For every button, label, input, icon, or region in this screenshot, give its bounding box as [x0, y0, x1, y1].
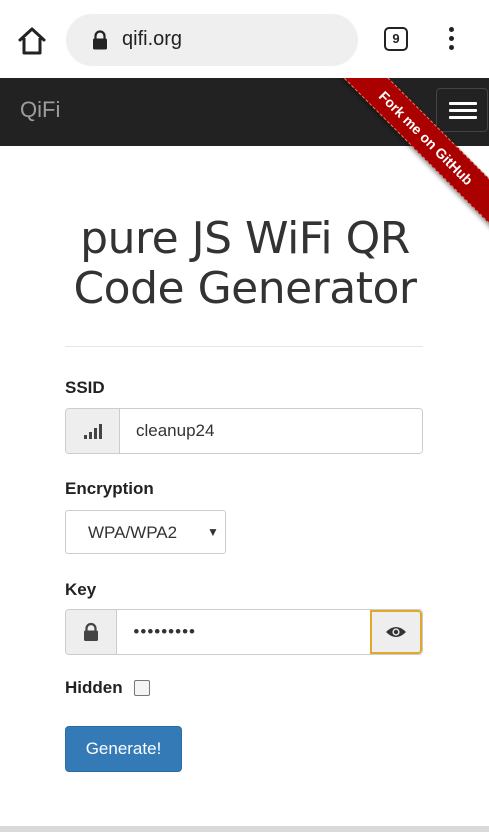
encryption-label: Encryption: [65, 479, 154, 498]
ssid-input-group: [65, 408, 423, 454]
bottom-edge: [0, 826, 489, 832]
divider: [65, 346, 423, 347]
encryption-selected-value: WPA/WPA2: [88, 523, 178, 542]
more-options-icon[interactable]: [445, 27, 457, 53]
url-text: qifi.org: [122, 28, 183, 50]
hidden-label: Hidden: [65, 678, 123, 697]
ssid-input[interactable]: [120, 409, 422, 453]
key-input-group: [65, 609, 423, 655]
page-title: pure JS WiFi QR Code Generator: [73, 213, 417, 314]
key-input[interactable]: [117, 610, 371, 654]
dropdown-arrow-icon: ▼: [207, 525, 219, 539]
key-label: Key: [65, 580, 97, 599]
signal-icon: [66, 409, 120, 453]
generate-button[interactable]: Generate!: [65, 726, 182, 772]
encryption-select[interactable]: WPA/WPA2 ▼: [65, 510, 226, 554]
hidden-row: Hidden: [65, 678, 151, 700]
address-bar[interactable]: qifi.org: [66, 14, 358, 66]
home-icon[interactable]: [16, 25, 48, 57]
eye-icon: [386, 627, 407, 637]
lock-icon: [92, 30, 108, 50]
browser-toolbar: qifi.org 9: [0, 0, 489, 78]
menu-toggle-button[interactable]: [436, 88, 488, 132]
lock-icon: [66, 610, 118, 654]
ssid-label: SSID: [65, 378, 105, 397]
show-password-button[interactable]: [370, 610, 422, 654]
tab-switcher-button[interactable]: 9: [384, 27, 408, 51]
hidden-checkbox[interactable]: [134, 680, 151, 696]
brand-link[interactable]: QiFi: [20, 97, 60, 123]
